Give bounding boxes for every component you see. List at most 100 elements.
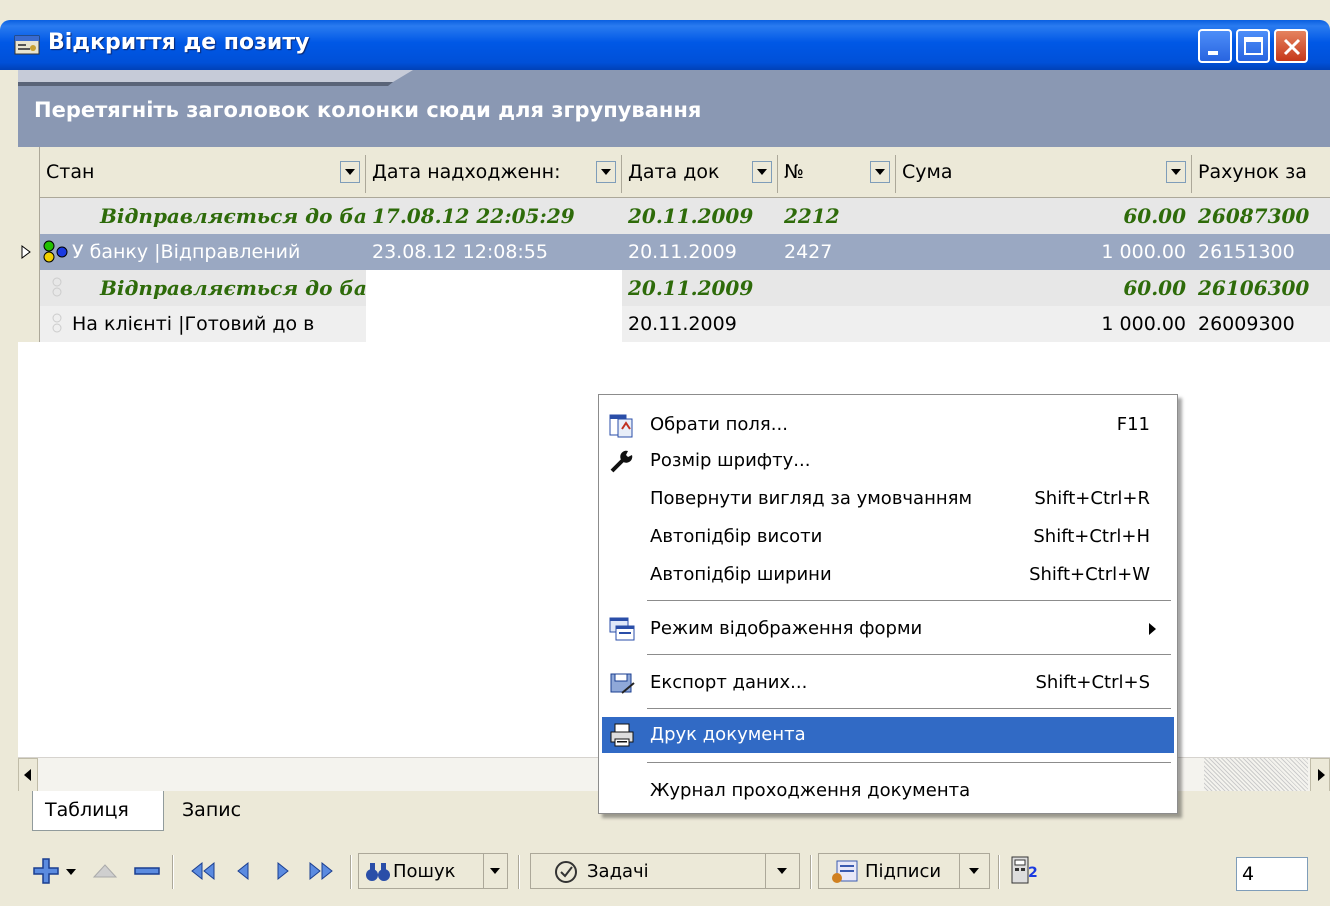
maximize-icon — [1244, 37, 1263, 55]
wrench-icon — [610, 450, 633, 473]
menu-item-reset-view[interactable]: Повернути вигляд за умовчанням Shift+Ctr… — [602, 481, 1174, 517]
search-label: Пошук — [393, 861, 456, 882]
column-filter-dropdown[interactable] — [1166, 161, 1186, 183]
column-header-date-in[interactable]: Дата надходженн: — [366, 155, 622, 193]
menu-separator — [647, 708, 1171, 709]
chevron-down-icon — [969, 868, 979, 874]
status-light-off-icon — [52, 277, 62, 297]
menu-item-autofit-width[interactable]: Автопідбір ширини Shift+Ctrl+W — [602, 557, 1174, 593]
toolbar-separator — [518, 855, 520, 889]
tab-table[interactable]: Таблиця — [32, 791, 164, 831]
toolbar-separator — [810, 855, 812, 889]
menu-item-label: Друк документа — [650, 724, 806, 745]
menu-separator — [647, 762, 1171, 763]
scrollbar-track[interactable] — [1204, 758, 1308, 792]
column-label: Дата надходженн: — [372, 161, 561, 183]
cell-account: 26151300 — [1192, 234, 1330, 270]
window-title: Відкриття де позиту — [48, 30, 310, 55]
grid-header: Стан Дата надходженн: Дата док № Сума Ра… — [18, 147, 1330, 198]
last-record-icon[interactable] — [306, 853, 338, 889]
cell-sum: 60.00 — [896, 270, 1192, 306]
menu-item-select-fields[interactable]: Обрати поля... F11 — [602, 407, 1174, 443]
table-row[interactable]: Відправляється до ба 20.11.2009 60.00 26… — [18, 270, 1330, 306]
cell-date-in — [366, 306, 622, 342]
submenu-arrow-icon — [1149, 623, 1156, 635]
menu-item-print-document[interactable]: Друк документа — [602, 717, 1174, 753]
signatures-button[interactable]: Підписи — [818, 853, 990, 889]
menu-separator — [647, 600, 1171, 601]
tasks-button[interactable]: Задачі — [530, 853, 800, 889]
cell-date-in — [366, 270, 622, 306]
bottom-toolbar: Пошук Задачі Підписи 2 4 — [18, 835, 1330, 906]
menu-item-form-mode[interactable]: Режим відображення форми — [602, 611, 1174, 647]
column-header-account[interactable]: Рахунок за — [1192, 155, 1330, 193]
title-bar[interactable]: Відкриття де позиту — [0, 20, 1330, 70]
status-light-off-icon — [52, 313, 62, 333]
group-by-hint: Перетягніть заголовок колонки сюди для з… — [34, 98, 702, 122]
column-header-state[interactable]: Стан — [40, 155, 366, 193]
cell-doc-date: 20.11.2009 — [622, 306, 778, 342]
column-label: Рахунок за — [1198, 161, 1307, 183]
column-header-sum[interactable]: Сума — [896, 155, 1192, 193]
minimize-button[interactable] — [1198, 29, 1232, 63]
menu-item-export-data[interactable]: Експорт даних... Shift+Ctrl+S — [602, 665, 1174, 701]
export-icon — [610, 673, 635, 694]
cell-account: 26087300 — [1192, 198, 1330, 234]
header-indicator-cell — [18, 147, 40, 198]
status-light-icon — [43, 240, 68, 263]
scroll-left-button[interactable] — [18, 758, 38, 792]
cell-state: У банку |Відправлений — [40, 234, 366, 270]
close-button[interactable] — [1274, 29, 1308, 63]
search-button[interactable]: Пошук — [358, 853, 508, 889]
menu-item-shortcut: Shift+Ctrl+R — [1034, 488, 1150, 509]
column-filter-dropdown[interactable] — [870, 161, 890, 183]
search-dropdown[interactable] — [483, 854, 507, 888]
scroll-right-button[interactable] — [1310, 758, 1330, 792]
menu-item-shortcut: Shift+Ctrl+S — [1035, 672, 1150, 693]
group-by-panel[interactable]: Перетягніть заголовок колонки сюди для з… — [18, 70, 1330, 147]
column-filter-dropdown[interactable] — [752, 161, 772, 183]
add-dropdown-icon[interactable] — [66, 869, 76, 875]
tab-record[interactable]: Запис — [170, 791, 270, 831]
cell-doc-date: 20.11.2009 — [622, 270, 778, 306]
binoculars-icon — [366, 863, 390, 881]
column-filter-dropdown[interactable] — [596, 161, 616, 183]
column-label: Сума — [902, 161, 953, 183]
menu-item-label: Режим відображення форми — [650, 618, 923, 639]
cell-number — [778, 270, 896, 306]
svg-text:2: 2 — [1028, 865, 1038, 881]
menu-item-autofit-height[interactable]: Автопідбір висоти Shift+Ctrl+H — [602, 519, 1174, 555]
signatures-dropdown[interactable] — [959, 854, 989, 888]
next-record-icon[interactable] — [272, 853, 294, 889]
first-record-icon[interactable] — [186, 853, 218, 889]
cell-sum: 60.00 — [896, 198, 1192, 234]
edit-icon[interactable] — [90, 853, 120, 889]
maximize-button[interactable] — [1236, 29, 1270, 63]
menu-item-document-journal[interactable]: Журнал проходження документа — [602, 773, 1174, 809]
column-header-number[interactable]: № — [778, 155, 896, 193]
current-row-arrow-icon — [21, 245, 31, 259]
delete-icon[interactable] — [132, 853, 162, 889]
row-indicator — [18, 198, 40, 234]
toolbar-separator — [350, 855, 352, 889]
add-icon[interactable] — [32, 853, 60, 889]
menu-item-shortcut: Shift+Ctrl+W — [1029, 564, 1150, 585]
cell-date-in: 23.08.12 12:08:55 — [366, 234, 622, 270]
menu-item-shortcut: Shift+Ctrl+H — [1033, 526, 1150, 547]
menu-item-label: Повернути вигляд за умовчанням — [650, 488, 973, 509]
tasks-dropdown[interactable] — [765, 854, 799, 888]
cell-number — [778, 306, 896, 342]
menu-item-font-size[interactable]: Розмір шрифту... — [602, 443, 1174, 479]
minimize-icon — [1208, 51, 1218, 55]
calculator-icon[interactable]: 2 — [1008, 853, 1038, 889]
cell-state: На клієнті |Готовий до в — [40, 306, 366, 342]
table-row[interactable]: На клієнті |Готовий до в 20.11.2009 1 00… — [18, 306, 1330, 342]
column-header-doc-date[interactable]: Дата док — [622, 155, 778, 193]
cell-doc-date: 20.11.2009 — [622, 198, 778, 234]
close-icon — [1283, 38, 1301, 56]
previous-record-icon[interactable] — [232, 853, 254, 889]
table-row-selected[interactable]: У банку |Відправлений 23.08.12 12:08:55 … — [18, 234, 1330, 270]
column-filter-dropdown[interactable] — [340, 161, 360, 183]
table-row[interactable]: Відправляється до ба 17.08.12 22:05:29 2… — [18, 198, 1330, 234]
select-fields-icon — [609, 414, 633, 438]
